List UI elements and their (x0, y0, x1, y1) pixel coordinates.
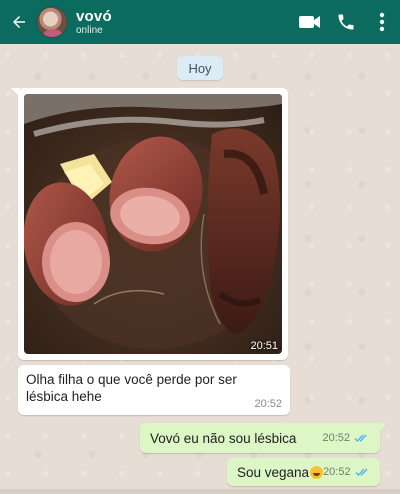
outgoing-message-meta: 20:52 (322, 432, 370, 444)
image-message-bubble[interactable]: 20:51 (11, 88, 288, 360)
rolling-laughing-emoji-icon (310, 465, 324, 479)
contact-info[interactable]: vovó online (76, 9, 112, 36)
outgoing-message-text: Vovó eu não sou lésbica (150, 430, 297, 446)
chat-header: vovó online (0, 0, 400, 44)
double-check-read-icon (355, 467, 371, 477)
incoming-message-text: Olha filha o que você perde por ser lésb… (26, 372, 237, 404)
outgoing-message-bubble[interactable]: Sou vegana 20:52 (227, 458, 380, 486)
more-vert-icon[interactable] (364, 0, 400, 44)
video-call-icon[interactable] (292, 0, 328, 44)
outgoing-message-text: Sou vegana (237, 464, 324, 481)
incoming-message-bubble[interactable]: Olha filha o que você perde por ser lésb… (18, 365, 290, 415)
outgoing-message-time: 20:52 (323, 466, 351, 478)
date-chip: Hoy (177, 56, 223, 80)
contact-status: online (76, 24, 103, 36)
outgoing-message-bubble[interactable]: Vovó eu não sou lésbica 20:52 (140, 423, 387, 453)
outgoing-message-meta: 20:52 (323, 466, 371, 478)
incoming-message-time: 20:52 (254, 398, 282, 410)
phone-icon[interactable] (328, 0, 364, 44)
image-message-time: 20:51 (250, 340, 278, 352)
back-arrow-icon[interactable] (6, 0, 32, 44)
header-actions (292, 0, 400, 44)
avatar[interactable] (36, 6, 68, 38)
contact-name[interactable]: vovó (76, 9, 112, 24)
bottom-edge (0, 489, 400, 494)
outgoing-message-time: 20:52 (322, 432, 350, 444)
sausage-photo[interactable] (24, 94, 282, 354)
double-check-read-icon (354, 433, 370, 443)
outgoing-message-text-content: Sou vegana (237, 464, 310, 480)
